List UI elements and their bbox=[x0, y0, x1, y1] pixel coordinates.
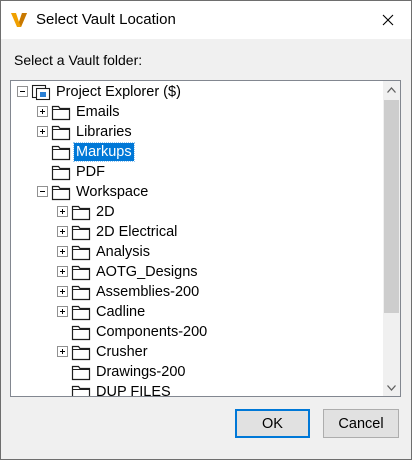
tree-node-label[interactable]: 2D bbox=[94, 203, 117, 221]
tree-node-label[interactable]: Assemblies-200 bbox=[94, 283, 201, 301]
tree-node-analysis[interactable]: Analysis bbox=[11, 242, 383, 262]
close-button[interactable] bbox=[365, 1, 411, 39]
tree-node-label[interactable]: Project Explorer ($) bbox=[54, 83, 183, 101]
folder-icon bbox=[71, 203, 91, 221]
tree-node-label[interactable]: AOTG_Designs bbox=[94, 263, 200, 281]
scroll-up-button[interactable] bbox=[383, 81, 400, 98]
folder-icon bbox=[71, 363, 91, 381]
chevron-down-icon bbox=[387, 384, 396, 391]
tree-viewport: Project Explorer ($) Emails Libraries Marku… bbox=[11, 81, 383, 396]
folder-icon bbox=[51, 163, 71, 181]
expand-icon[interactable] bbox=[37, 106, 48, 117]
title-bar[interactable]: Select Vault Location bbox=[1, 1, 411, 39]
collapse-icon[interactable] bbox=[37, 186, 48, 197]
folder-icon bbox=[71, 303, 91, 321]
cancel-button[interactable]: Cancel bbox=[323, 409, 399, 438]
tree-node-markups[interactable]: Markups bbox=[11, 142, 383, 162]
vertical-scrollbar[interactable] bbox=[383, 81, 400, 396]
tree-node-label[interactable]: DUP FILES bbox=[94, 383, 173, 396]
tree-node-aotg-designs[interactable]: AOTG_Designs bbox=[11, 262, 383, 282]
folder-icon bbox=[71, 343, 91, 361]
tree-node-emails[interactable]: Emails bbox=[11, 102, 383, 122]
tree-node-assemblies-200[interactable]: Assemblies-200 bbox=[11, 282, 383, 302]
expand-icon[interactable] bbox=[57, 266, 68, 277]
ok-button[interactable]: OK bbox=[235, 409, 310, 438]
tree-node-label[interactable]: Analysis bbox=[94, 243, 152, 261]
folder-prompt-label: Select a Vault folder: bbox=[14, 52, 143, 68]
tree-node-libraries[interactable]: Libraries bbox=[11, 122, 383, 142]
tree-node-label[interactable]: Libraries bbox=[74, 123, 134, 141]
folder-icon bbox=[51, 103, 71, 121]
tree-node-label[interactable]: Cadline bbox=[94, 303, 147, 321]
dialog-window: Select Vault Location Select a Vault fol… bbox=[0, 0, 412, 460]
tree-node-pdf[interactable]: PDF bbox=[11, 162, 383, 182]
scrollbar-thumb[interactable] bbox=[384, 100, 399, 313]
expand-icon[interactable] bbox=[57, 246, 68, 257]
expand-icon[interactable] bbox=[57, 226, 68, 237]
folder-icon bbox=[51, 123, 71, 141]
tree-node-label[interactable]: 2D Electrical bbox=[94, 223, 179, 241]
folder-icon bbox=[71, 243, 91, 261]
collapse-icon[interactable] bbox=[17, 86, 28, 97]
folder-icon bbox=[71, 383, 91, 396]
tree-node-dup-files[interactable]: DUP FILES bbox=[11, 382, 383, 396]
tree-node-label[interactable]: Emails bbox=[74, 103, 122, 121]
tree-node-components-200[interactable]: Components-200 bbox=[11, 322, 383, 342]
tree-node-2d-electrical[interactable]: 2D Electrical bbox=[11, 222, 383, 242]
tree-node-cadline[interactable]: Cadline bbox=[11, 302, 383, 322]
scroll-down-button[interactable] bbox=[383, 379, 400, 396]
expand-icon[interactable] bbox=[57, 286, 68, 297]
folder-icon bbox=[71, 263, 91, 281]
folder-icon bbox=[71, 223, 91, 241]
autodesk-vault-icon bbox=[11, 13, 27, 27]
expand-icon[interactable] bbox=[57, 346, 68, 357]
tree-node-label[interactable]: PDF bbox=[74, 163, 107, 181]
folder-tree[interactable]: Project Explorer ($) Emails Libraries Marku… bbox=[10, 80, 401, 397]
tree-node-label[interactable]: Drawings-200 bbox=[94, 363, 187, 381]
folder-icon bbox=[71, 323, 91, 341]
tree-node-label[interactable]: Markups bbox=[73, 142, 135, 162]
folder-icon bbox=[51, 143, 71, 161]
expand-icon[interactable] bbox=[57, 206, 68, 217]
tree-node-label[interactable]: Workspace bbox=[74, 183, 150, 201]
window-title: Select Vault Location bbox=[36, 11, 176, 28]
chevron-up-icon bbox=[387, 86, 396, 93]
vault-root-icon bbox=[31, 83, 51, 101]
tree-node-2d[interactable]: 2D bbox=[11, 202, 383, 222]
folder-icon bbox=[71, 283, 91, 301]
close-icon bbox=[382, 14, 394, 26]
folder-icon bbox=[51, 183, 71, 201]
expand-icon[interactable] bbox=[57, 306, 68, 317]
tree-node-project-explorer[interactable]: Project Explorer ($) bbox=[11, 82, 383, 102]
tree-node-label[interactable]: Crusher bbox=[94, 343, 150, 361]
expand-icon[interactable] bbox=[37, 126, 48, 137]
tree-node-drawings-200[interactable]: Drawings-200 bbox=[11, 362, 383, 382]
tree-node-label[interactable]: Components-200 bbox=[94, 323, 209, 341]
tree-node-crusher[interactable]: Crusher bbox=[11, 342, 383, 362]
tree-node-workspace[interactable]: Workspace bbox=[11, 182, 383, 202]
